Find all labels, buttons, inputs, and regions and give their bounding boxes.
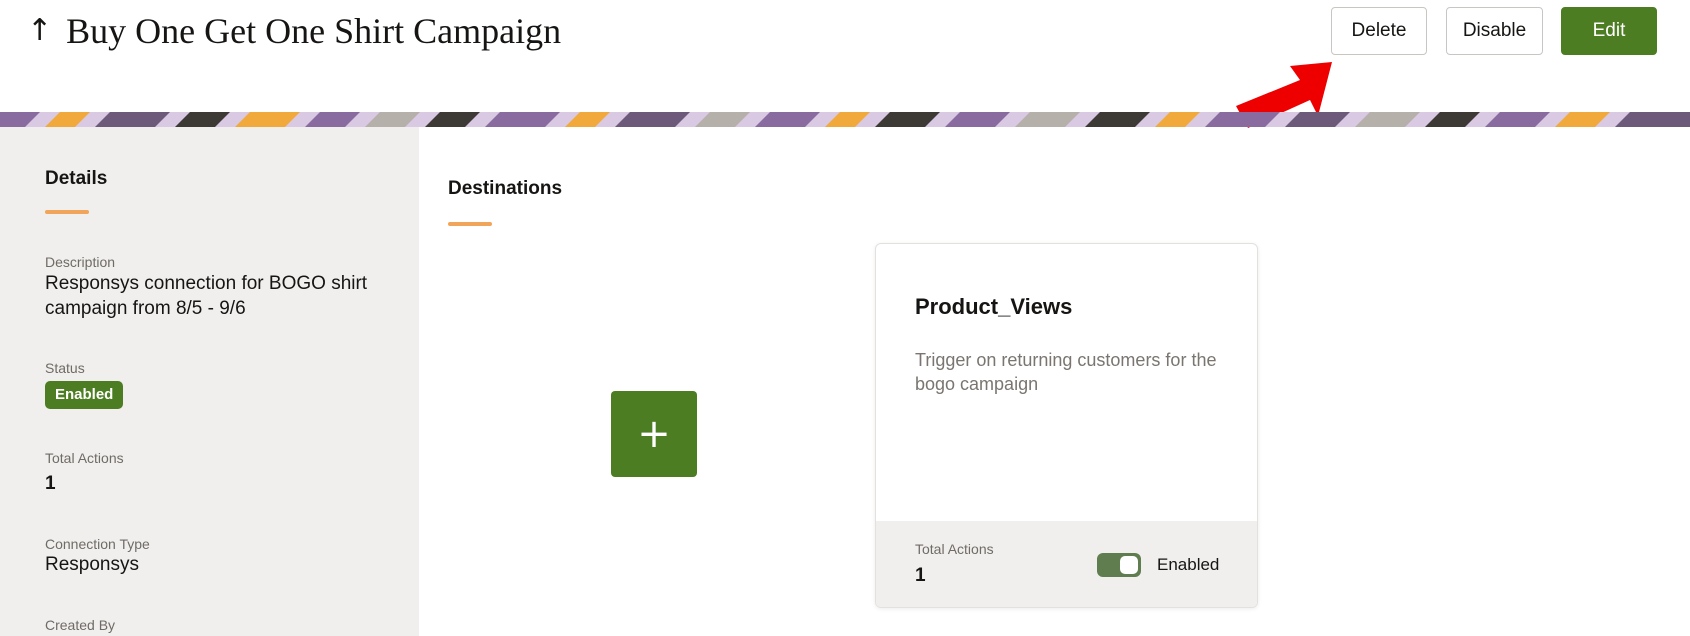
- connection-type-value: Responsys: [45, 554, 139, 575]
- toggle-knob: [1120, 556, 1138, 574]
- total-actions-label: Total Actions: [45, 450, 124, 466]
- destination-enabled-toggle[interactable]: [1097, 553, 1141, 577]
- destinations-title-underline: [448, 222, 492, 226]
- disable-button[interactable]: Disable: [1446, 7, 1543, 55]
- connection-type-label: Connection Type: [45, 536, 150, 552]
- details-panel: Details Description Responsys connection…: [0, 127, 419, 636]
- total-actions-value: 1: [45, 473, 56, 494]
- description-value: Responsys connection for BOGO shirt camp…: [45, 273, 368, 319]
- destination-card[interactable]: Product_Views Trigger on returning custo…: [875, 243, 1258, 608]
- page-title: Buy One Get One Shirt Campaign: [66, 11, 562, 51]
- description-label: Description: [45, 254, 116, 270]
- destination-total-actions-label: Total Actions: [915, 541, 994, 557]
- delete-button[interactable]: Delete: [1331, 7, 1427, 55]
- destination-total-actions-value: 1: [915, 565, 926, 586]
- details-title-underline: [45, 210, 89, 214]
- destination-card-title: Product_Views: [915, 294, 1073, 319]
- status-badge: Enabled: [45, 381, 124, 409]
- title-wrap: ↑ Buy One Get One Shirt Campaign: [27, 8, 561, 54]
- destinations-title: Destinations: [448, 178, 563, 199]
- add-destination-button[interactable]: +: [611, 391, 697, 477]
- decorative-banner: [0, 112, 1690, 127]
- edit-button[interactable]: Edit: [1561, 7, 1657, 55]
- details-title: Details: [45, 168, 108, 189]
- status-label: Status: [45, 360, 85, 376]
- destination-toggle-label: Enabled: [1157, 555, 1220, 574]
- destination-card-description: Trigger on returning customers for the b…: [915, 350, 1217, 394]
- up-arrow-icon[interactable]: ↑: [27, 16, 52, 46]
- created-by-label: Created By: [45, 617, 116, 633]
- page-header: ↑ Buy One Get One Shirt Campaign Delete …: [0, 0, 1690, 112]
